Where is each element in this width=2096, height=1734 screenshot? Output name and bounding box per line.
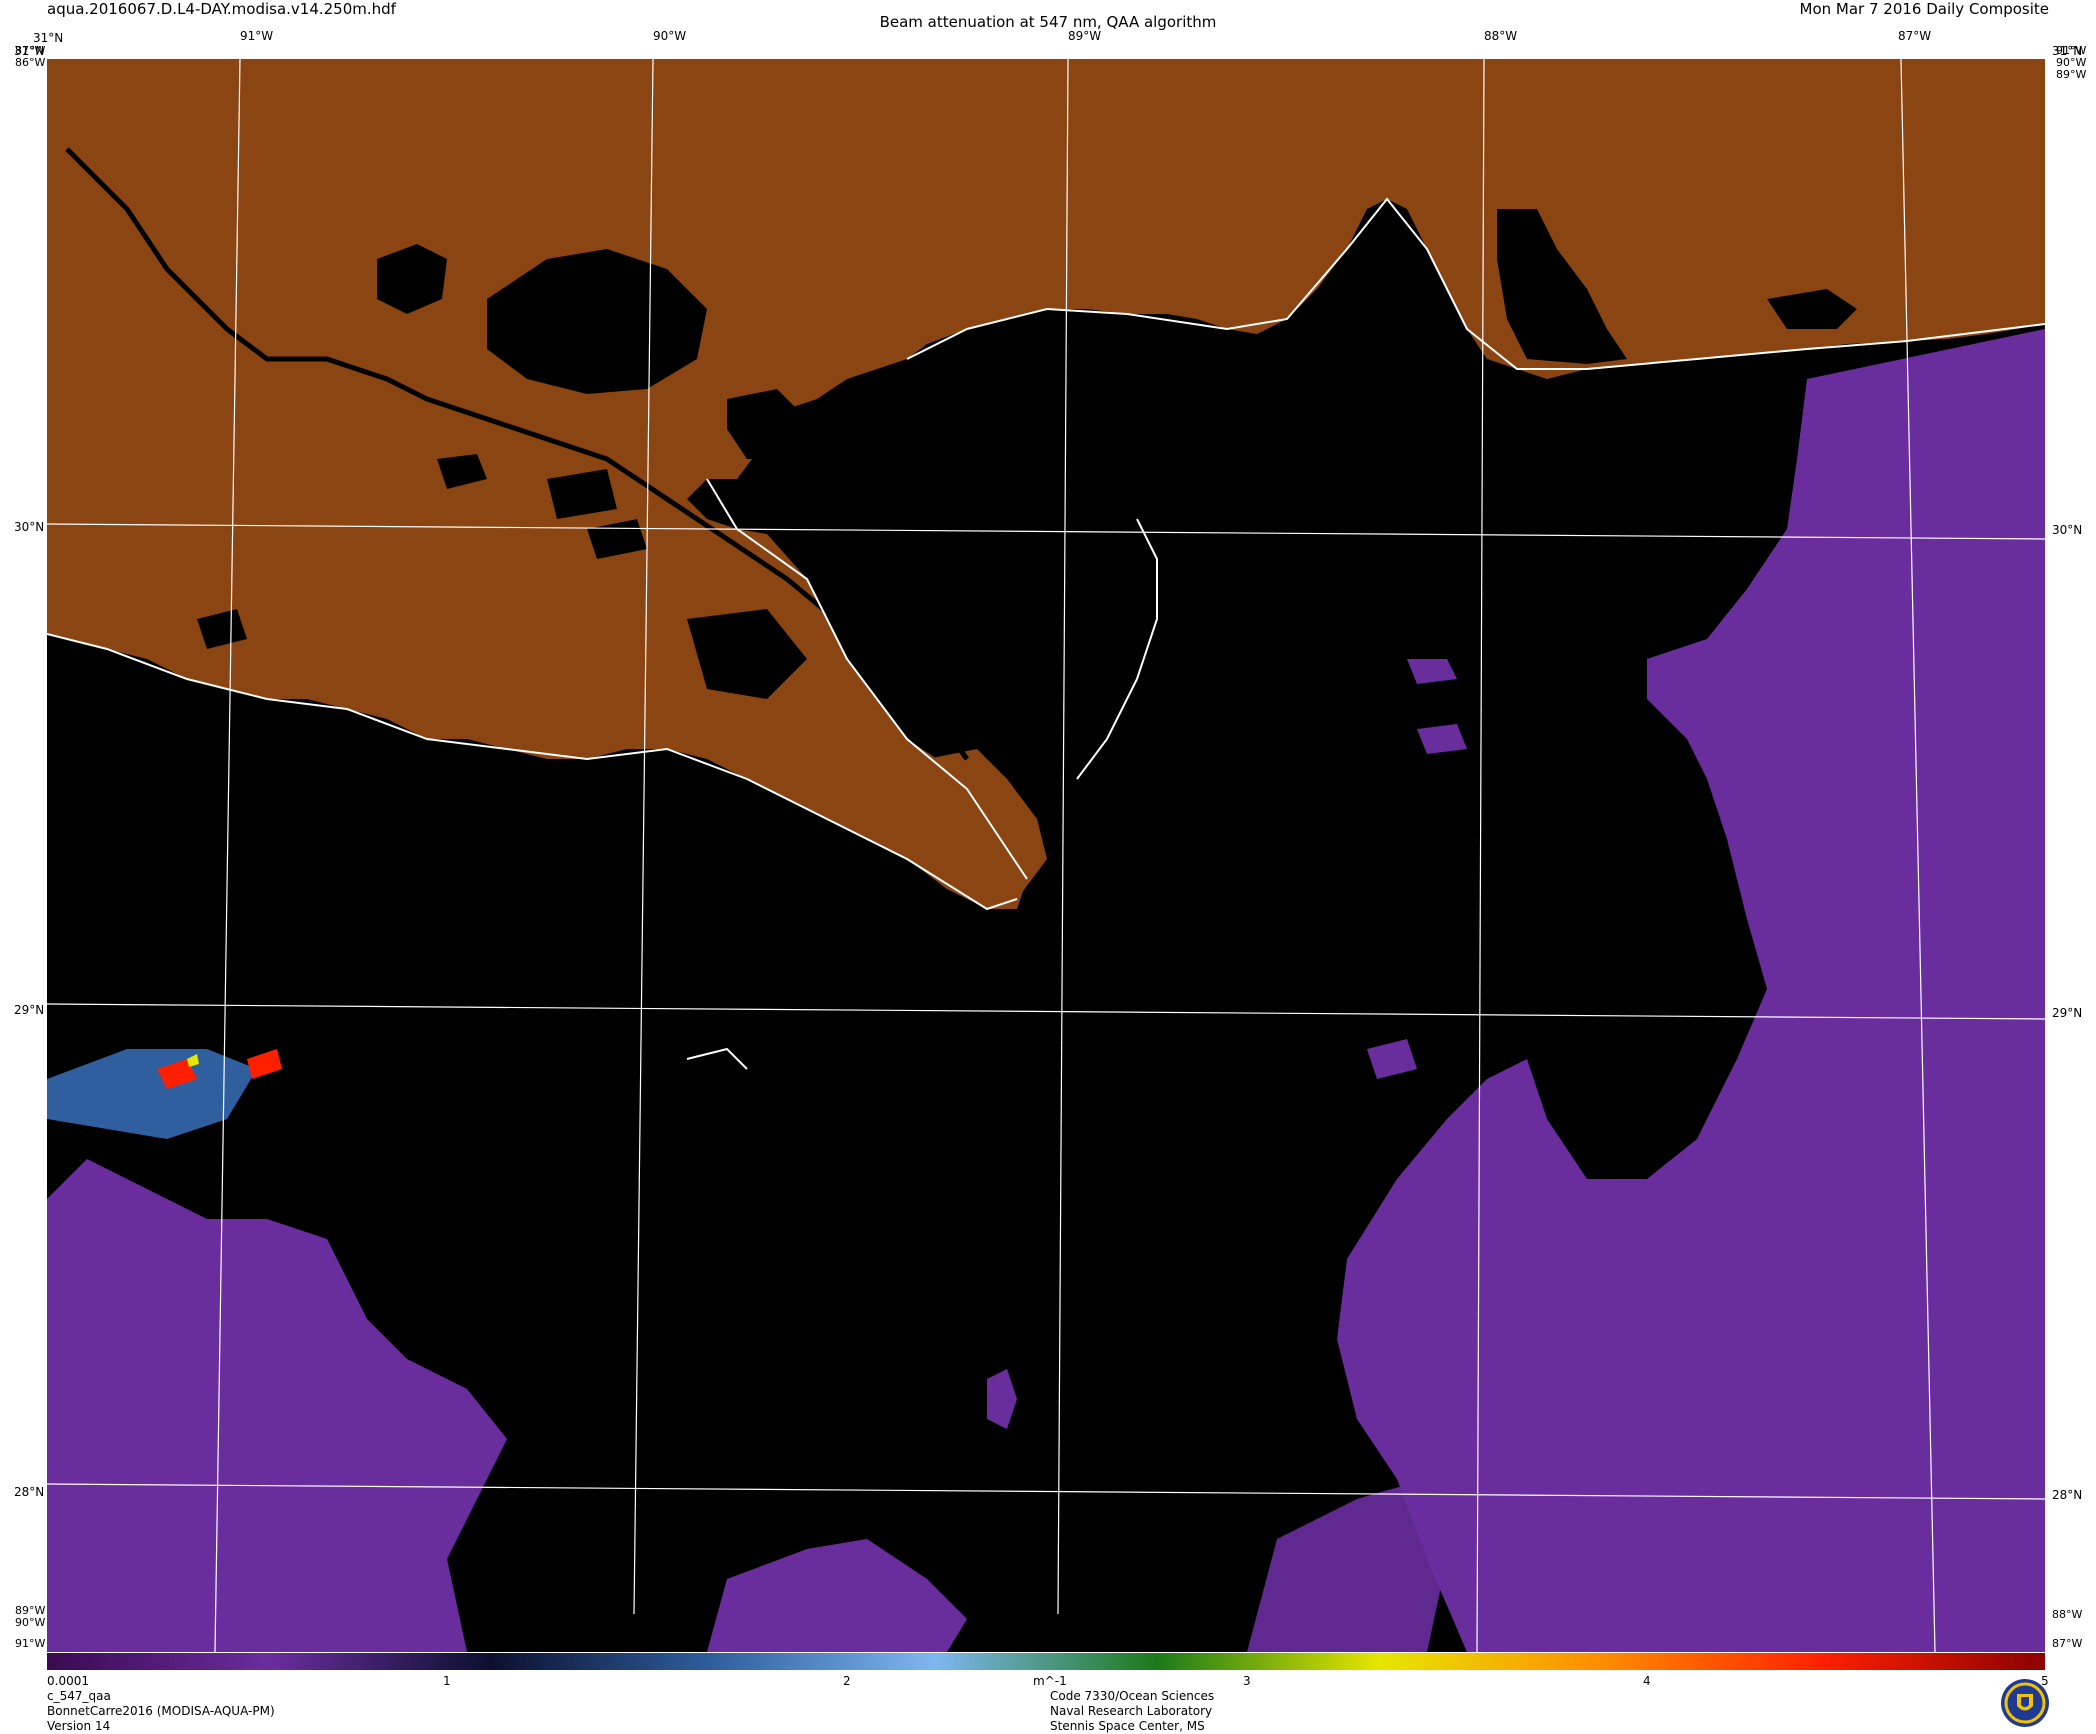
nrl-seal-logo [2001, 1679, 2049, 1727]
footer-product: c_547_qaa [47, 1689, 111, 1703]
footer-dataset: BonnetCarre2016 (MODISA-AQUA-PM) [47, 1704, 275, 1718]
right-lat-label-29n: 29°N [2052, 1006, 2083, 1020]
top-lon-label-87w: 87°W [1898, 29, 1932, 43]
right-lat-label-30n: 30°N [2052, 523, 2083, 537]
colorbar-min-label: 0.0001 [47, 1674, 89, 1688]
colorbar-tick-4: 4 [1643, 1674, 1651, 1688]
date-label: Mon Mar 7 2016 Daily Composite [1799, 0, 2050, 18]
left-lat-label-28n: 28°N [14, 1485, 45, 1499]
footer-code: Code 7330/Ocean Sciences [1050, 1689, 1215, 1703]
corner-top-right-c: 89°W [2056, 68, 2087, 81]
footer-version: Version 14 [47, 1719, 111, 1733]
satellite-map [47, 59, 2045, 1652]
right-lat-label-31n: 31°N [2052, 44, 2083, 58]
left-lat-label-29n: 29°N [14, 1003, 45, 1017]
corner-bottom-right-a: 88°W [2052, 1608, 2083, 1621]
footer-lab: Naval Research Laboratory [1050, 1704, 1213, 1718]
corner-bottom-left-b: 90°W [15, 1616, 46, 1629]
corner-top-left-b: 86°W [15, 56, 46, 69]
corner-top-left-lat: 31°N [33, 31, 64, 45]
top-lon-label-91w: 91°W [240, 29, 274, 43]
colorbar-tick-3: 3 [1243, 1674, 1251, 1688]
map-title: Beam attenuation at 547 nm, QAA algorith… [879, 13, 1217, 31]
top-lon-label-88w: 88°W [1484, 29, 1518, 43]
colorbar [47, 1653, 2045, 1670]
footer-location: Stennis Space Center, MS [1050, 1719, 1205, 1733]
top-lon-label-89w: 89°W [1068, 29, 1102, 43]
left-lat-label-31n: 31°N [14, 44, 45, 58]
colorbar-tick-2: 2 [843, 1674, 851, 1688]
right-lat-label-28n: 28°N [2052, 1488, 2083, 1502]
left-lat-label-30n: 30°N [14, 520, 45, 534]
colorbar-unit: m^-1 [1033, 1674, 1067, 1688]
corner-bottom-right-b: 87°W [2052, 1637, 2083, 1650]
corner-bottom-left-c: 91°W [15, 1637, 46, 1650]
top-lon-label-90w: 90°W [653, 29, 687, 43]
colorbar-tick-1: 1 [443, 1674, 451, 1688]
